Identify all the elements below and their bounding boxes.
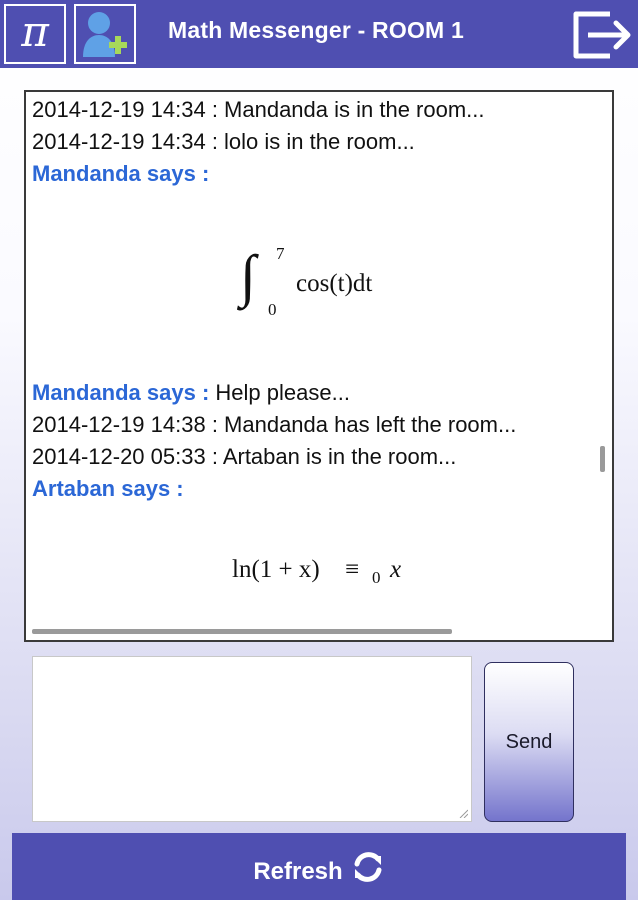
formula-asymptotic: ln(1 + x) ≡ 0 x (232, 556, 432, 596)
message-text: Help please... (215, 380, 350, 405)
speaker-message: Mandanda says : (32, 161, 209, 187)
speaker-name: Mandanda says : (32, 161, 210, 186)
formula-subscript: 0 (372, 568, 381, 587)
speaker-message: Artaban says : (32, 476, 184, 502)
app-header: π Math Messenger - ROOM 1 (0, 0, 638, 68)
add-user-icon (83, 12, 127, 57)
exit-button[interactable] (570, 10, 636, 60)
system-message-text: 2014-12-19 14:34 : Mandanda is in the ro… (32, 97, 485, 122)
system-message-text: 2014-12-19 14:34 : lolo is in the room..… (32, 129, 415, 154)
exit-icon (573, 11, 631, 59)
integral-body: cos(t)dt (296, 270, 373, 297)
integral-lower-limit: 0 (268, 300, 277, 319)
formula-equiv: ≡ (345, 556, 360, 583)
system-message: 2014-12-19 14:34 : Mandanda is in the ro… (32, 97, 485, 123)
system-message-text: 2014-12-20 05:33 : Artaban is in the roo… (32, 444, 457, 469)
system-message-text: 2014-12-19 14:38 : Mandanda has left the… (32, 412, 517, 437)
horizontal-scrollbar[interactable] (32, 629, 452, 634)
formula-prefix: ln(1 + x) (232, 556, 320, 583)
pi-icon: π (21, 7, 49, 56)
send-button-label: Send (505, 730, 553, 753)
page-title: Math Messenger - ROOM 1 (168, 17, 464, 43)
system-message: 2014-12-19 14:38 : Mandanda has left the… (32, 412, 516, 438)
integral-sign: ∫ (240, 243, 256, 308)
message-input[interactable] (32, 656, 472, 822)
integral-upper-limit: 7 (276, 244, 285, 263)
formula-suffix: x (390, 556, 402, 583)
speaker-name: Mandanda says : (32, 380, 210, 405)
vertical-scrollbar[interactable] (600, 446, 605, 472)
system-message: 2014-12-20 05:33 : Artaban is in the roo… (32, 444, 456, 470)
speaker-name: Artaban says : (32, 476, 184, 501)
formula-integral: ∫ 7 0 cos(t)dt (240, 242, 420, 332)
pi-button[interactable]: π (4, 4, 66, 64)
add-user-button[interactable] (74, 4, 136, 64)
refresh-button[interactable]: Refresh (12, 833, 626, 900)
chat-log[interactable]: 2014-12-19 14:34 : Mandanda is in the ro… (24, 90, 614, 642)
system-message: 2014-12-19 14:34 : lolo is in the room..… (32, 129, 415, 155)
refresh-icon (354, 851, 382, 882)
refresh-button-label: Refresh (253, 857, 343, 885)
speaker-message: Mandanda says : Help please... (32, 380, 350, 406)
resize-grip-icon[interactable] (458, 808, 468, 818)
send-button[interactable]: Send (484, 662, 574, 822)
